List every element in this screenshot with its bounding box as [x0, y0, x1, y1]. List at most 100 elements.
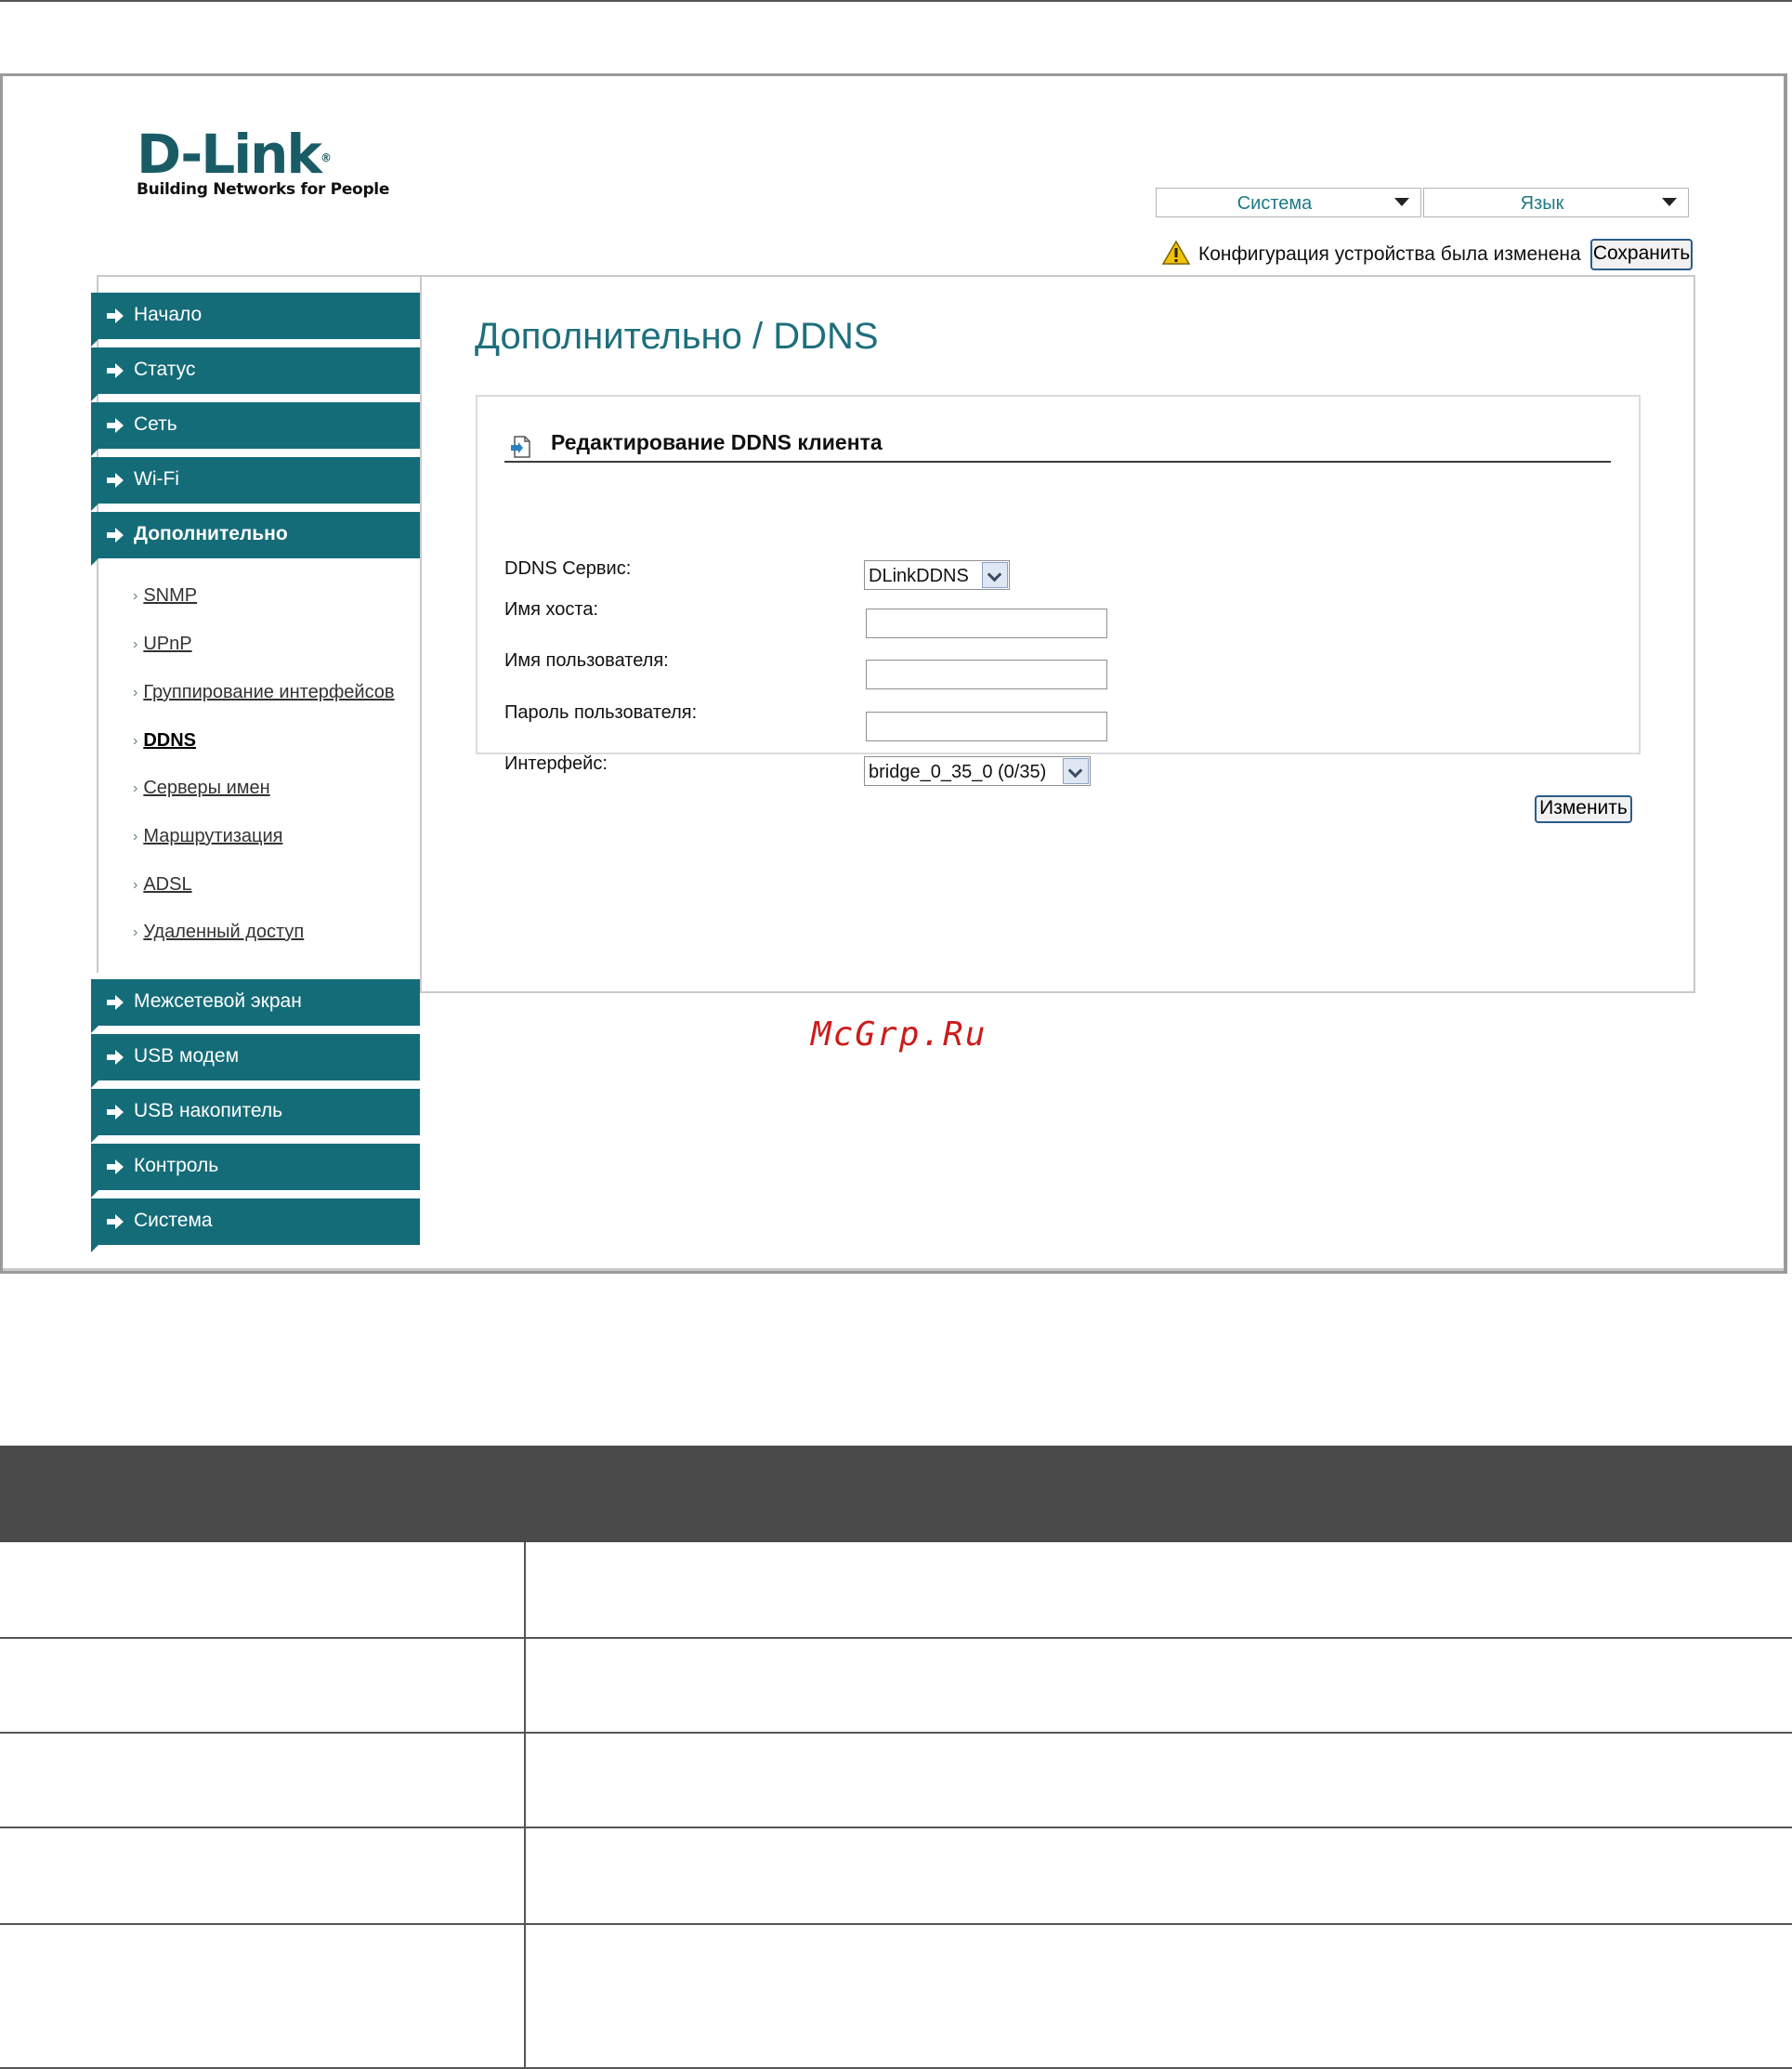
subitem-label[interactable]: Маршрутизация — [143, 826, 282, 846]
subitem-label[interactable]: Группирование интерфейсов — [143, 682, 394, 702]
section-title: Редактирование DDNS клиента — [551, 430, 883, 454]
password-label: Пароль пользователя: — [504, 702, 698, 723]
arrow-right-icon — [107, 1105, 124, 1120]
chevron-right-icon: › — [133, 685, 138, 701]
chevron-right-icon: › — [133, 780, 138, 796]
nav-item-label: Начало — [134, 304, 203, 325]
nav-item-home[interactable]: Начало — [91, 293, 420, 347]
router-web-ui-screenshot: D-Link® Building Networks for People Сис… — [0, 73, 1787, 1274]
table-column-divider — [524, 1542, 526, 1637]
subitem-name-servers[interactable]: › Серверы имен — [133, 778, 270, 799]
nav-item-label: Дополнительно — [134, 523, 288, 544]
chevron-right-icon: › — [133, 733, 138, 749]
nav-item-label: Wi-Fi — [134, 468, 179, 490]
subitem-label[interactable]: Серверы имен — [143, 778, 269, 798]
arrow-right-icon — [107, 1214, 124, 1229]
subitem-upnp[interactable]: › UPnP — [133, 634, 192, 655]
username-input[interactable] — [866, 660, 1107, 689]
chevron-right-icon: › — [133, 588, 138, 604]
chevron-right-icon: › — [133, 636, 138, 652]
table-row — [0, 1734, 1792, 1828]
nav-item-label: Система — [134, 1210, 213, 1231]
chevron-right-icon: › — [133, 924, 138, 940]
interface-select[interactable]: bridge_0_35_0 (0/35) — [864, 756, 1091, 786]
interface-label: Интерфейс: — [504, 753, 608, 774]
hostname-label: Имя хоста: — [504, 599, 599, 620]
arrow-right-icon — [107, 473, 124, 488]
table-row — [0, 1828, 1792, 1925]
subitem-label[interactable]: UPnP — [143, 634, 191, 654]
nav-item-label: USB накопитель — [134, 1100, 283, 1121]
subitem-label[interactable]: SNMP — [143, 585, 197, 606]
save-button[interactable]: Сохранить — [1590, 239, 1693, 270]
watermark: McGrp.Ru — [811, 1015, 988, 1054]
section-divider — [504, 461, 1611, 463]
logo-brand: D-Link — [137, 123, 322, 186]
table-column-divider — [524, 1925, 526, 2067]
content-top-border — [97, 275, 422, 277]
table-header — [0, 1446, 1792, 1542]
system-menu-label: Система — [1236, 193, 1313, 214]
dropdown-arrow-icon — [982, 562, 1008, 588]
subitem-adsl[interactable]: › ADSL — [133, 874, 192, 896]
logo-registered: ® — [320, 151, 332, 164]
language-menu-label: Язык — [1520, 193, 1564, 214]
logo-tagline: Building Networks for People — [137, 180, 390, 199]
arrow-right-icon — [107, 528, 124, 543]
nav-item-wifi[interactable]: Wi-Fi — [91, 457, 420, 511]
ddns-service-label: DDNS Сервис: — [504, 558, 632, 579]
subitem-interface-grouping[interactable]: › Группирование интерфейсов — [133, 682, 395, 703]
arrow-right-icon — [107, 418, 124, 433]
table-column-divider — [524, 1828, 526, 1923]
arrow-right-icon — [107, 363, 124, 378]
subitem-remote-access[interactable]: › Удаленный доступ — [133, 922, 304, 943]
dropdown-arrow-icon — [1063, 758, 1089, 784]
nav-item-control[interactable]: Контроль — [91, 1144, 420, 1198]
nav-item-system[interactable]: Система — [91, 1198, 420, 1252]
nav-item-label: Контроль — [134, 1155, 219, 1176]
subitem-label[interactable]: DDNS — [143, 730, 196, 751]
table-column-divider — [524, 1734, 526, 1827]
caret-down-icon — [1394, 198, 1409, 206]
nav-item-network[interactable]: Сеть — [91, 402, 420, 456]
caret-down-icon — [1662, 198, 1677, 206]
interface-value: bridge_0_35_0 (0/35) — [869, 762, 1047, 782]
table-row — [0, 1639, 1792, 1734]
page-top-rule — [0, 0, 1792, 2]
arrow-right-icon — [107, 308, 124, 323]
table-column-divider — [524, 1639, 526, 1732]
system-menu-dropdown[interactable]: Система — [1156, 188, 1421, 217]
chevron-right-icon: › — [133, 829, 138, 845]
username-label: Имя пользователя: — [504, 650, 669, 671]
nav-item-usb-modem[interactable]: USB модем — [91, 1034, 420, 1088]
subitem-routing[interactable]: › Маршрутизация — [133, 826, 282, 847]
ddns-service-select[interactable]: DLinkDDNS — [864, 560, 1010, 590]
dlink-logo: D-Link® Building Networks for People — [137, 126, 389, 199]
page-title: Дополнительно / DDNS — [475, 316, 879, 357]
ddns-service-value: DLinkDDNS — [869, 566, 969, 586]
table-row — [0, 1542, 1792, 1639]
nav-item-usb-storage[interactable]: USB накопитель — [91, 1089, 420, 1143]
hostname-input[interactable] — [866, 609, 1107, 638]
nav-item-label: Межсетевой экран — [134, 990, 302, 1012]
subitem-ddns[interactable]: › DDNS — [133, 730, 196, 752]
language-menu-dropdown[interactable]: Язык — [1423, 188, 1689, 217]
chevron-right-icon: › — [133, 877, 138, 893]
password-input[interactable] — [866, 712, 1107, 741]
subitem-label[interactable]: Удаленный доступ — [143, 922, 304, 942]
arrow-right-icon — [107, 995, 124, 1010]
subitem-snmp[interactable]: › SNMP — [133, 585, 197, 607]
table-row — [0, 1925, 1792, 2069]
nav-item-status[interactable]: Статус — [91, 347, 420, 401]
nav-item-firewall[interactable]: Межсетевой экран — [91, 979, 420, 1033]
nav-item-advanced[interactable]: Дополнительно — [91, 512, 420, 566]
nav-item-label: Статус — [134, 359, 196, 380]
edit-button[interactable]: Изменить — [1535, 795, 1632, 823]
config-changed-notice: Конфигурация устройства была изменена — [1198, 243, 1581, 265]
warning-icon — [1162, 241, 1190, 265]
subitem-label[interactable]: ADSL — [143, 874, 191, 895]
nav-item-label: USB модем — [134, 1045, 240, 1067]
document-edit-icon — [511, 436, 530, 458]
arrow-right-icon — [107, 1050, 124, 1065]
nav-item-label: Сеть — [134, 413, 177, 435]
